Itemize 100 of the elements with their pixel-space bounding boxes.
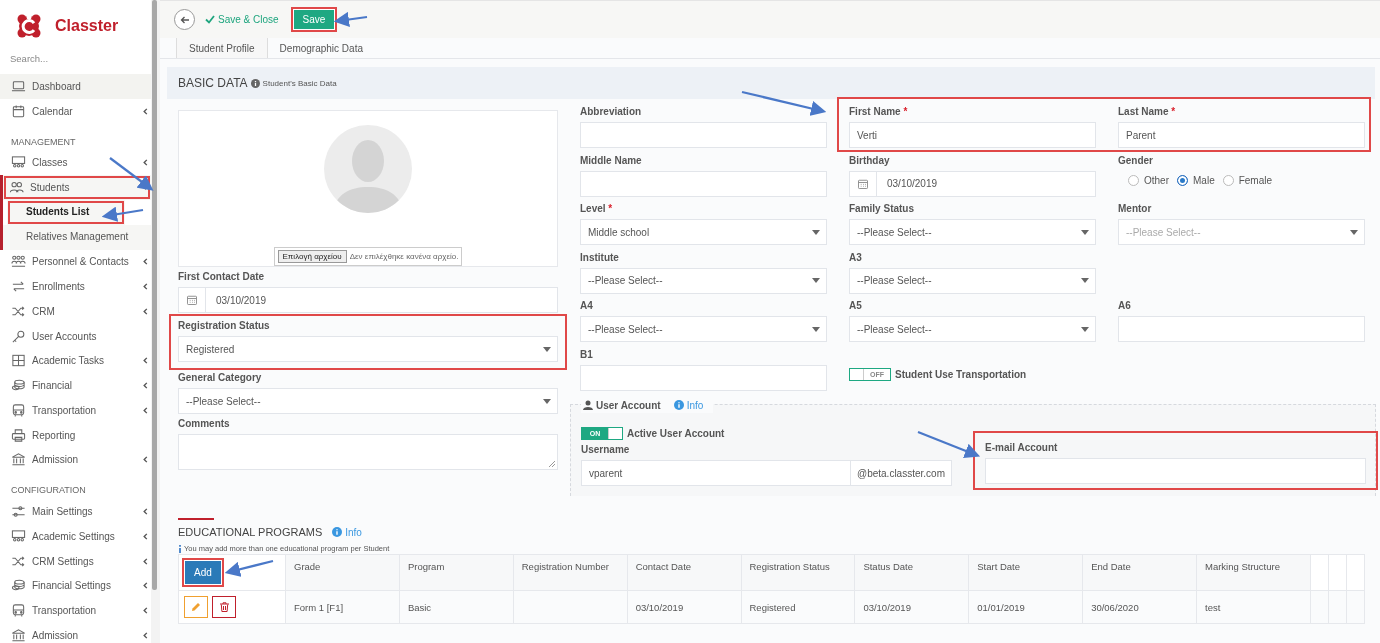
tab[interactable]: Demographic Data	[267, 38, 375, 58]
text-field[interactable]: Verti	[849, 122, 1096, 148]
username-field[interactable]: vparent	[581, 460, 851, 486]
delete-button[interactable]	[212, 596, 236, 618]
printer-icon	[11, 427, 26, 443]
table-cell: 01/01/2019	[968, 590, 1083, 624]
radio-option[interactable]: Female	[1222, 175, 1273, 186]
nav-item[interactable]: Academic Tasks	[0, 348, 151, 374]
nav-item[interactable]: Financial Settings	[0, 573, 151, 599]
file-input[interactable]: Επιλογή αρχείου Δεν επιλέχθηκε κανένα αρχείο.	[273, 247, 463, 266]
check-icon	[205, 15, 215, 24]
select-field[interactable]: --Please Select--	[580, 267, 827, 294]
date-field[interactable]: 03/10/2019	[849, 170, 1096, 197]
annotation-arrow	[109, 157, 154, 191]
email-field[interactable]	[985, 458, 1366, 484]
field-label: Mentor	[1118, 202, 1153, 216]
text-field[interactable]	[580, 122, 827, 148]
nav-item[interactable]: Students	[3, 175, 151, 200]
column-header: Start Date	[968, 554, 1083, 591]
table-cell: Basic	[399, 590, 514, 624]
nav-item[interactable]: Financial	[0, 373, 151, 398]
field-label: Level *	[580, 202, 614, 216]
scrollbar-thumb[interactable]	[152, 0, 157, 590]
bus-icon	[11, 603, 26, 619]
logo-icon	[16, 13, 42, 39]
field-label: General Category	[178, 371, 263, 385]
nav-item[interactable]: Classes	[0, 150, 151, 176]
field-label: First Contact Date	[178, 270, 266, 284]
nav-item[interactable]: Reporting	[0, 422, 151, 448]
text-field[interactable]	[580, 170, 827, 197]
select-field[interactable]: --Please Select--	[849, 316, 1096, 342]
nav-item[interactable]: Admission	[0, 447, 151, 473]
select-field[interactable]: --Please Select--	[580, 316, 827, 342]
tab[interactable]: Student Profile	[176, 38, 268, 58]
nav-item[interactable]: Calendar	[0, 98, 151, 124]
field-label: A5	[849, 299, 863, 313]
nav-item[interactable]: Transportation	[0, 398, 151, 423]
caret-icon	[543, 398, 551, 404]
table-cell: test	[1196, 590, 1311, 624]
field-label: A4	[580, 299, 594, 313]
info-icon	[250, 78, 260, 88]
pencil-icon	[191, 602, 201, 612]
caret-icon	[1081, 326, 1089, 332]
text-area[interactable]	[178, 434, 558, 470]
select-field[interactable]: --Please Select--	[178, 388, 558, 414]
column-header: Status Date	[854, 554, 969, 591]
field-label: A6	[1118, 299, 1132, 313]
nav-subitem[interactable]: Relatives Management	[3, 224, 151, 250]
text-field[interactable]	[580, 364, 827, 391]
field-label: E-mail Account	[985, 441, 1059, 455]
back-button[interactable]	[174, 9, 195, 30]
caret-icon	[543, 346, 551, 352]
info-icon	[332, 527, 343, 537]
select-field[interactable]: --Please Select--	[849, 267, 1096, 294]
text-field[interactable]	[1118, 316, 1365, 342]
person-silhouette-icon	[324, 125, 412, 213]
radio-option[interactable]: Male	[1177, 175, 1215, 186]
user-icon	[583, 400, 593, 410]
group-icon	[11, 254, 26, 270]
section-heading: CONFIGURATION	[10, 484, 87, 498]
nav-item[interactable]: Academic Settings	[0, 524, 151, 549]
text-field[interactable]: Parent	[1118, 122, 1365, 148]
domain-suffix: @beta.classter.com	[851, 460, 952, 486]
laptop-icon	[11, 78, 26, 94]
table-cell: 03/10/2019	[854, 590, 969, 624]
annotation-arrow	[333, 11, 368, 28]
field-label: Institute	[580, 250, 620, 265]
radio-option[interactable]: Other	[1128, 175, 1169, 186]
resize-grip-icon[interactable]	[548, 460, 555, 467]
bank-icon	[11, 452, 26, 468]
nav-item[interactable]: User Accounts	[0, 323, 151, 349]
section-heading: MANAGEMENT	[10, 135, 77, 149]
nav-item[interactable]: CRM	[0, 299, 151, 324]
section-title: BASIC DATA	[178, 76, 248, 90]
column-header: Contact Date	[627, 554, 741, 591]
nav-subitem[interactable]: Students List	[7, 200, 125, 225]
table-cell: 03/10/2019	[627, 590, 741, 624]
nav-item[interactable]: Main Settings	[0, 499, 151, 524]
nav-item[interactable]: CRM Settings	[0, 548, 151, 574]
add-button[interactable]: Add	[182, 558, 224, 587]
key-icon	[11, 328, 26, 344]
trash-icon	[219, 602, 229, 612]
select-field[interactable]: Middle school	[580, 219, 827, 245]
field-label: Birthday	[849, 153, 891, 168]
nav-item[interactable]: Personnel & Contacts	[0, 249, 151, 275]
annotation-arrow	[917, 430, 981, 459]
nav-item[interactable]: Dashboard	[0, 74, 151, 99]
column-header: Program	[399, 554, 514, 591]
nav-item[interactable]: Transportation	[0, 598, 151, 623]
section-subtitle: Student's Basic Data	[262, 78, 337, 88]
select-field[interactable]: --Please Select--	[849, 219, 1096, 245]
table-cell: 30/06/2020	[1082, 590, 1197, 624]
date-field[interactable]: 03/10/2019	[178, 287, 558, 313]
field-label: Middle Name	[580, 153, 643, 168]
nav-item[interactable]: Enrollments	[0, 274, 151, 299]
bank-icon	[11, 627, 26, 643]
column-header: End Date	[1082, 554, 1197, 591]
field-label: A3	[849, 250, 863, 265]
nav-item[interactable]: Admission	[0, 623, 151, 643]
select-field[interactable]: Registered	[178, 336, 558, 362]
